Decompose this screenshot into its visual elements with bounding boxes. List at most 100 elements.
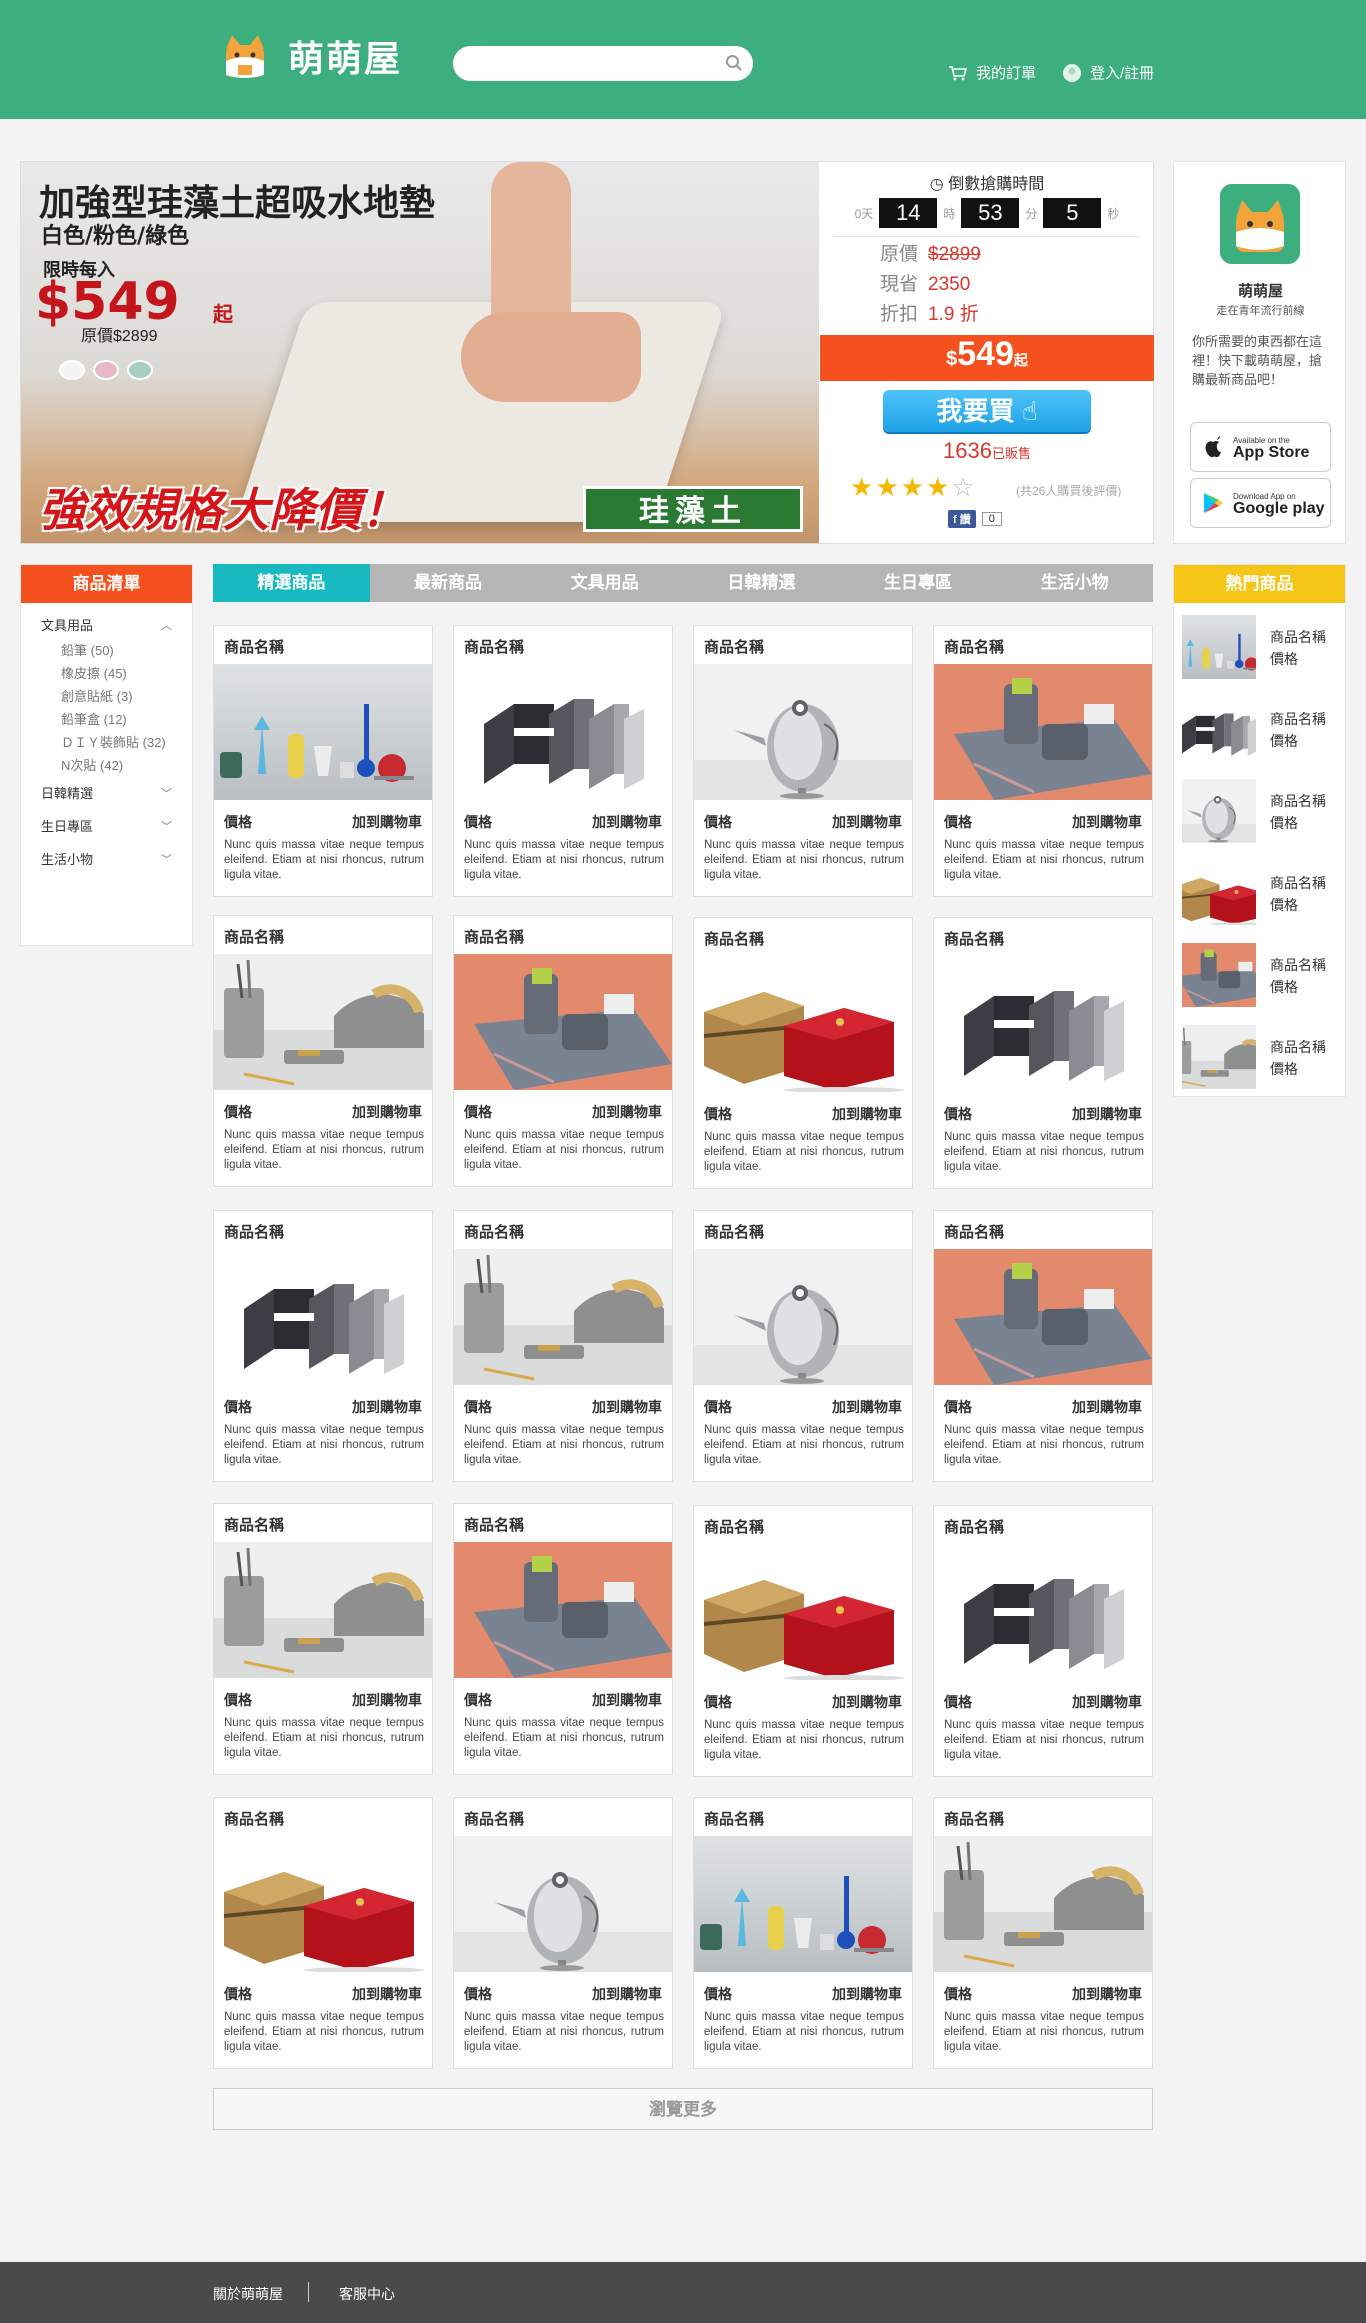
product-name[interactable]: 商品名稱: [464, 1514, 524, 1535]
product-name[interactable]: 商品名稱: [944, 1808, 1004, 1829]
search-icon[interactable]: [725, 54, 743, 72]
product-card[interactable]: 商品名稱 價格 加到購物車 Nunc quis massa vitae nequ…: [213, 1503, 433, 1775]
product-card[interactable]: 商品名稱 價格 加到購物車 Nunc quis massa vitae nequ…: [693, 1505, 913, 1777]
hot-product-item[interactable]: 商品名稱 價格: [1182, 615, 1342, 679]
product-name[interactable]: 商品名稱: [464, 636, 524, 657]
add-to-cart-button[interactable]: 加到購物車: [352, 1984, 422, 2004]
add-to-cart-button[interactable]: 加到購物車: [592, 1102, 662, 1122]
product-card[interactable]: 商品名稱 價格 加到購物車 Nunc quis massa vitae nequ…: [213, 1210, 433, 1482]
hot-product-name[interactable]: 商品名稱: [1270, 1037, 1326, 1057]
product-card[interactable]: 商品名稱 價格 加到購物車 Nunc quis massa vitae nequ…: [933, 1505, 1153, 1777]
product-image[interactable]: [934, 664, 1152, 800]
add-to-cart-button[interactable]: 加到購物車: [1072, 1397, 1142, 1417]
product-card[interactable]: 商品名稱 價格 加到購物車 Nunc quis massa vitae nequ…: [933, 1797, 1153, 2069]
hot-product-item[interactable]: 商品名稱 價格: [1182, 943, 1342, 1007]
add-to-cart-button[interactable]: 加到購物車: [352, 1102, 422, 1122]
product-name[interactable]: 商品名稱: [224, 636, 284, 657]
product-name[interactable]: 商品名稱: [464, 1221, 524, 1242]
product-image[interactable]: [454, 1836, 672, 1972]
product-image[interactable]: [454, 1249, 672, 1385]
product-name[interactable]: 商品名稱: [704, 1221, 764, 1242]
product-name[interactable]: 商品名稱: [704, 636, 764, 657]
hot-product-image[interactable]: [1182, 779, 1256, 843]
product-name[interactable]: 商品名稱: [224, 1808, 284, 1829]
tab-item[interactable]: 日韓精選: [683, 564, 840, 602]
product-image[interactable]: [454, 954, 672, 1090]
product-card[interactable]: 商品名稱 價格 加到購物車 Nunc quis massa vitae nequ…: [693, 625, 913, 897]
hot-product-image[interactable]: [1182, 1025, 1256, 1089]
product-name[interactable]: 商品名稱: [944, 636, 1004, 657]
footer-service-link[interactable]: 客服中心: [339, 2284, 395, 2304]
add-to-cart-button[interactable]: 加到購物車: [592, 812, 662, 832]
product-name[interactable]: 商品名稱: [224, 1221, 284, 1242]
my-orders-link[interactable]: 我的訂單: [948, 62, 1036, 83]
category-item[interactable]: 生日專區 ﹀: [41, 816, 172, 838]
rating-stars[interactable]: ★★★★☆: [850, 472, 977, 503]
product-card[interactable]: 商品名稱 價格 加到購物車 Nunc quis massa vitae nequ…: [693, 917, 913, 1189]
product-card[interactable]: 商品名稱 價格 加到購物車 Nunc quis massa vitae nequ…: [453, 1503, 673, 1775]
subcategory-item[interactable]: 鉛筆盒 (12): [61, 708, 172, 731]
google-play-button[interactable]: Download App on Google play: [1190, 478, 1331, 528]
product-name[interactable]: 商品名稱: [944, 928, 1004, 949]
tab-item[interactable]: 文具用品: [526, 564, 683, 602]
product-name[interactable]: 商品名稱: [704, 1808, 764, 1829]
subcategory-item[interactable]: N次貼 (42): [61, 754, 172, 777]
add-to-cart-button[interactable]: 加到購物車: [832, 1692, 902, 1712]
product-name[interactable]: 商品名稱: [464, 1808, 524, 1829]
product-image[interactable]: [454, 664, 672, 800]
product-card[interactable]: 商品名稱 價格 加到購物車 Nunc quis massa vitae nequ…: [213, 1797, 433, 2069]
add-to-cart-button[interactable]: 加到購物車: [352, 1397, 422, 1417]
product-image[interactable]: [934, 956, 1152, 1092]
search-input[interactable]: [453, 46, 753, 81]
hot-product-item[interactable]: 商品名稱 價格: [1182, 697, 1342, 761]
product-card[interactable]: 商品名稱 價格 加到購物車 Nunc quis massa vitae nequ…: [453, 625, 673, 897]
hot-product-image[interactable]: [1182, 615, 1256, 679]
footer-about-link[interactable]: 關於萌萌屋: [213, 2284, 283, 2304]
product-card[interactable]: 商品名稱 價格 加到購物車 Nunc quis massa vitae nequ…: [453, 1797, 673, 2069]
logo[interactable]: 萌萌屋: [218, 30, 402, 82]
product-image[interactable]: [454, 1542, 672, 1678]
product-name[interactable]: 商品名稱: [704, 928, 764, 949]
add-to-cart-button[interactable]: 加到購物車: [832, 812, 902, 832]
subcategory-item[interactable]: ＤＩＹ裝飾貼 (32): [61, 731, 172, 754]
product-image[interactable]: [694, 1836, 912, 1972]
review-count[interactable]: (共26人購買後評價): [1016, 482, 1121, 499]
product-name[interactable]: 商品名稱: [224, 926, 284, 947]
product-name[interactable]: 商品名稱: [224, 1514, 284, 1535]
hot-product-image[interactable]: [1182, 943, 1256, 1007]
add-to-cart-button[interactable]: 加到購物車: [1072, 1104, 1142, 1124]
add-to-cart-button[interactable]: 加到購物車: [592, 1984, 662, 2004]
product-image[interactable]: [694, 1249, 912, 1385]
hot-product-item[interactable]: 商品名稱 價格: [1182, 861, 1342, 925]
subcategory-item[interactable]: 鉛筆 (50): [61, 639, 172, 662]
product-card[interactable]: 商品名稱 價格 加到購物車 Nunc quis massa vitae nequ…: [693, 1797, 913, 2069]
add-to-cart-button[interactable]: 加到購物車: [1072, 1984, 1142, 2004]
product-card[interactable]: 商品名稱 價格 加到購物車 Nunc quis massa vitae nequ…: [213, 625, 433, 897]
add-to-cart-button[interactable]: 加到購物車: [832, 1104, 902, 1124]
hot-product-name[interactable]: 商品名稱: [1270, 709, 1326, 729]
product-image[interactable]: [934, 1544, 1152, 1680]
tab-item[interactable]: 生活小物: [996, 564, 1153, 602]
product-card[interactable]: 商品名稱 價格 加到購物車 Nunc quis massa vitae nequ…: [453, 915, 673, 1187]
hot-product-image[interactable]: [1182, 861, 1256, 925]
add-to-cart-button[interactable]: 加到購物車: [592, 1397, 662, 1417]
product-image[interactable]: [214, 1249, 432, 1385]
hot-product-name[interactable]: 商品名稱: [1270, 627, 1326, 647]
add-to-cart-button[interactable]: 加到購物車: [352, 812, 422, 832]
product-card[interactable]: 商品名稱 價格 加到購物車 Nunc quis massa vitae nequ…: [693, 1210, 913, 1482]
tab-item[interactable]: 生日專區: [840, 564, 997, 602]
product-image[interactable]: [214, 664, 432, 800]
tab-featured[interactable]: 精選商品: [213, 564, 370, 602]
add-to-cart-button[interactable]: 加到購物車: [352, 1690, 422, 1710]
hot-product-item[interactable]: 商品名稱 價格: [1182, 1025, 1342, 1089]
category-item[interactable]: 文具用品 ︿: [41, 615, 172, 637]
add-to-cart-button[interactable]: 加到購物車: [832, 1397, 902, 1417]
product-image[interactable]: [934, 1836, 1152, 1972]
add-to-cart-button[interactable]: 加到購物車: [1072, 1692, 1142, 1712]
subcategory-item[interactable]: 創意貼紙 (3): [61, 685, 172, 708]
product-card[interactable]: 商品名稱 價格 加到購物車 Nunc quis massa vitae nequ…: [933, 917, 1153, 1189]
product-name[interactable]: 商品名稱: [464, 926, 524, 947]
add-to-cart-button[interactable]: 加到購物車: [592, 1690, 662, 1710]
product-image[interactable]: [934, 1249, 1152, 1385]
banner-image[interactable]: 加強型珪藻土超吸水地墊 白色/粉色/綠色 限時每入 $549 起 原價$2899…: [21, 162, 819, 543]
